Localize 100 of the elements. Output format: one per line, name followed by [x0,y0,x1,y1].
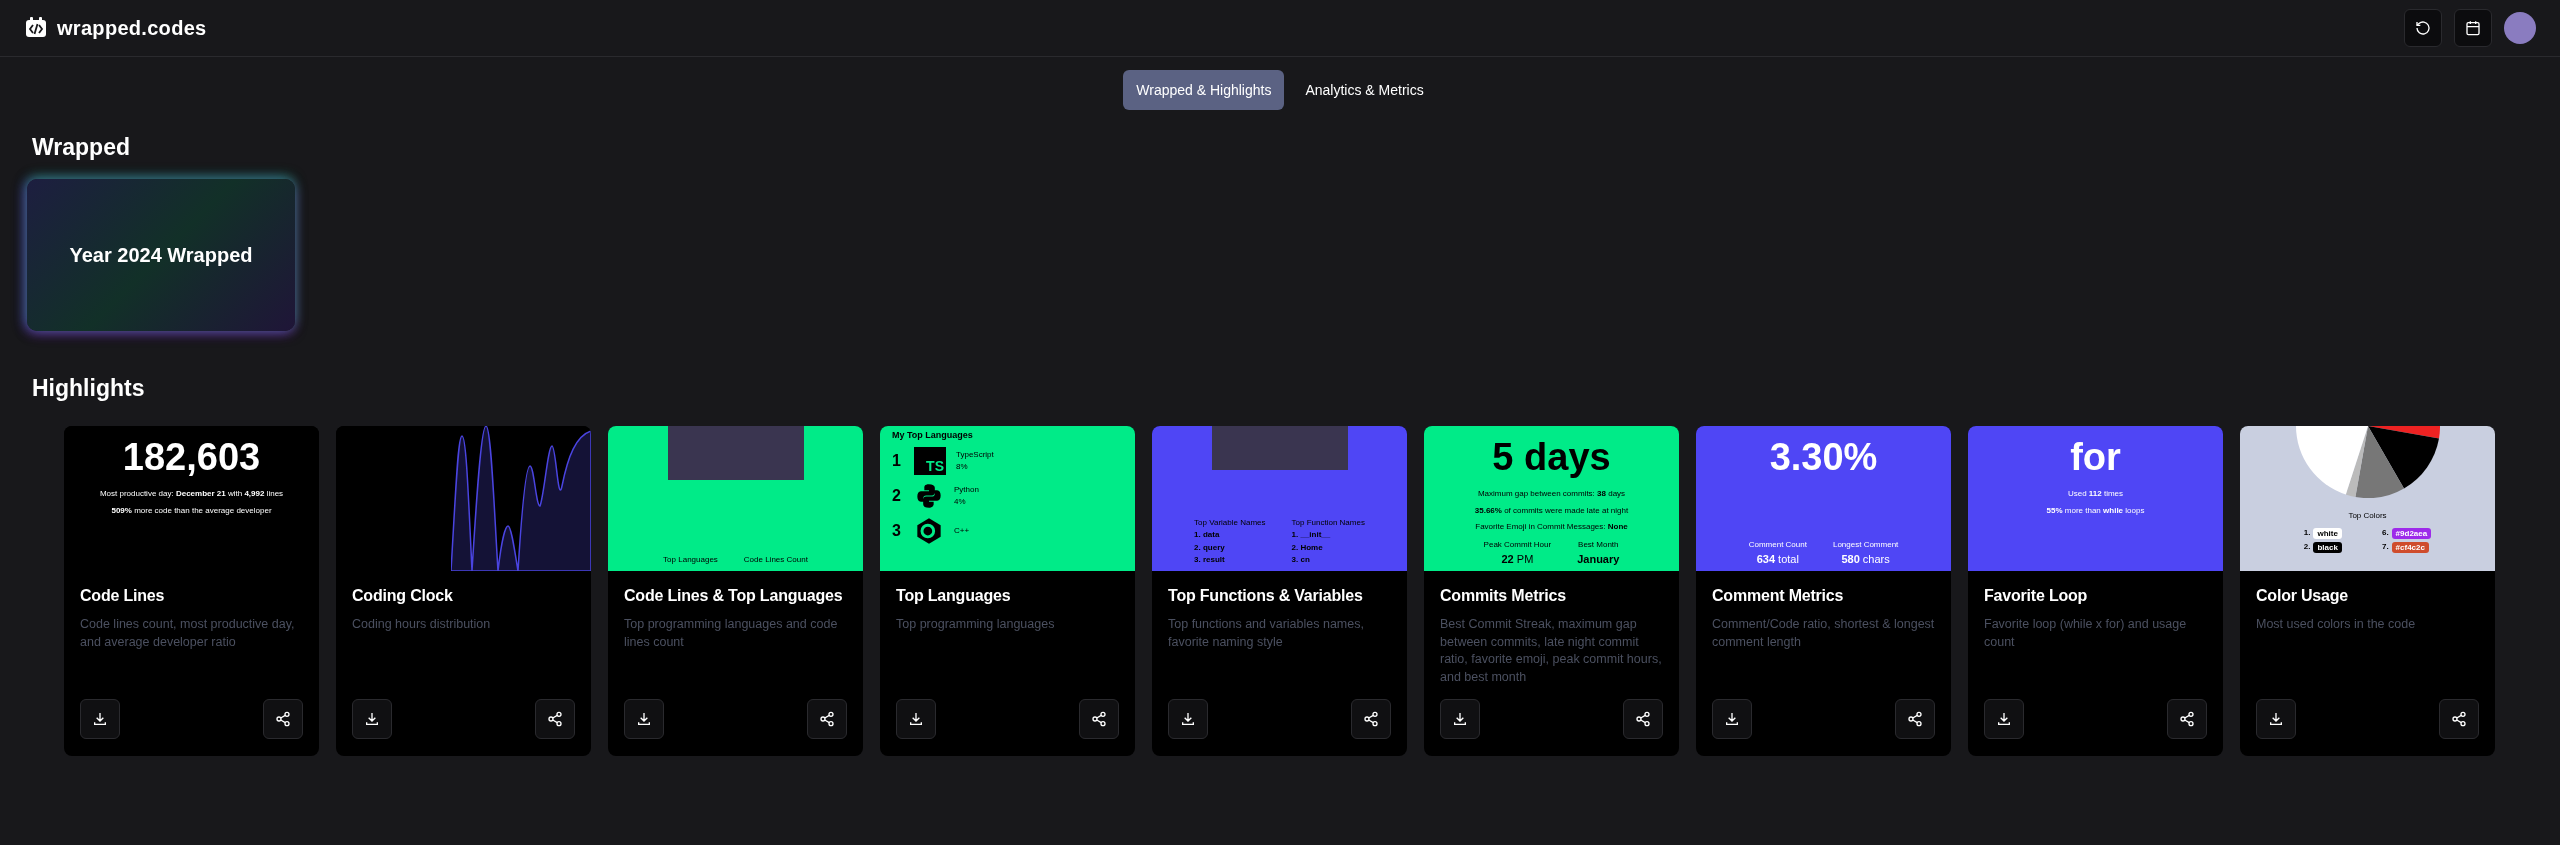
share-button[interactable] [1351,699,1391,739]
code-logo-icon [24,16,48,40]
share-button[interactable] [535,699,575,739]
name-item: 1. __init__ [1291,530,1332,540]
download-icon [1724,711,1740,727]
download-button[interactable] [352,699,392,739]
card-description: Favorite loop (while x for) and usage count [1984,616,2188,651]
share-icon [2179,711,2195,727]
download-icon [1452,711,1468,727]
rank-number: 2. [2303,542,2311,552]
share-button[interactable] [2167,699,2207,739]
highlight-card[interactable]: My Top Languages 1 TS TypeScript 8% 2 Python 4% 3 C++ Top Languages Top programming languages [880,426,1135,756]
stat-label: Peak Commit Hour [1483,540,1552,550]
rank-number: 3 [892,522,902,540]
preview-value: 5 days [1492,438,1611,476]
card-title: Top Functions & Variables [1168,587,1364,605]
download-button[interactable] [80,699,120,739]
name-item: 2. Home [1291,542,1324,553]
stat-label: Longest Comment [1832,540,1899,550]
share-button[interactable] [1623,699,1663,739]
name-item: 1. data [1194,530,1221,540]
highlight-card[interactable] [1424,426,1679,756]
color-chip: black [2313,541,2342,553]
highlight-card[interactable]: 182,603 Most productive day: December 21 with 4,992 lines 509% more code than the average developer Code Lines Code lines count, most productive day, and average developer ratio [64,426,319,756]
download-button[interactable] [624,699,664,739]
download-button[interactable] [1712,699,1752,739]
card-title: Coding Clock [352,587,454,605]
card-title: Code Lines & Top Languages [624,587,844,605]
preview-label: Top Languages [663,555,718,565]
share-button[interactable] [1079,699,1119,739]
card-title: Commits Metrics [1440,587,1567,605]
download-icon [2268,711,2284,727]
year-wrapped-card[interactable]: Year 2024 Wrapped [27,179,295,331]
language-name: C++ [954,526,970,536]
highlight-card[interactable]: Top Variable Names 1. data 2. query 3. result Top Function Names 1. __init__ 2. Home 3. cn Top Functions & Variables Top functions and variables names, favorite naming style [1152,426,1407,756]
download-button[interactable] [2256,699,2296,739]
typescript-logo: TS [914,447,946,475]
card-description: Most used colors in the code [2256,616,2417,633]
snake-logo-icon [914,482,944,510]
preview-text: Maximum gap between commits: 38 days [1477,489,1626,499]
highlight-card[interactable]: Top Colors 1. white 6. #9d2aea 2. black 7. #cf4c2c Color Usage Most used colors in the code [2240,426,2495,756]
card-description: Top programming languages [896,616,1056,633]
card-description: Top programming languages and code lines count [624,616,839,651]
preview-text: 35.66% of commits were made late at night [1474,505,1629,516]
color-chip: #cf4c2c [2391,541,2429,553]
download-icon [364,711,380,727]
view-tab[interactable]: Analytics & Metrics [1292,70,1437,110]
download-icon [1180,711,1196,727]
list-heading: Top Variable Names [1194,517,1266,528]
download-button[interactable] [896,699,936,739]
color-chip: white [2313,527,2342,539]
stat-value: 580 chars [1841,553,1890,565]
rank-number: 7. [2381,542,2389,552]
card-title: Color Usage [2256,587,2350,605]
user-avatar[interactable] [2504,12,2536,44]
download-button[interactable] [1984,699,2024,739]
highlight-card[interactable]: for Used 112 times 55% more than while loops Favorite Loop Favorite loop (while x for) and usage count [1968,426,2223,756]
share-icon [1091,711,1107,727]
stat-value: January [1577,553,1620,565]
language-share: 8% [956,462,969,472]
download-button[interactable] [1440,699,1480,739]
highlight-card[interactable]: Top Languages Code Lines Count Code Lines & Top Languages Top programming languages and code lines count [608,426,863,756]
rank-number: 1. [2303,528,2311,538]
download-icon [92,711,108,727]
preview-heading: My Top Languages [892,430,973,440]
card-description: Comment/Code ratio, shortest & longest comment length [1712,616,1935,651]
preview-value: for [2070,438,2121,476]
download-icon [908,711,924,727]
preview-label: Code Lines Count [743,555,808,565]
highlight-card[interactable]: 3.30% Comment Count 634 total Longest Comment 580 chars Comment Metrics Comment/Code ratio, shortest & longest comment length [1696,426,1951,756]
share-button[interactable] [263,699,303,739]
download-icon [1996,711,2012,727]
rank-number: 2 [892,487,902,505]
name-item: 3. cn [1291,555,1311,565]
share-button[interactable] [1895,699,1935,739]
list-heading: Top Function Names [1291,517,1365,528]
card-title: Code Lines [80,587,166,605]
download-button[interactable] [1168,699,1208,739]
calendar-button[interactable] [2454,9,2492,47]
language-share: 4% [954,497,967,507]
section-heading: Wrapped [32,134,131,161]
preview-text: Used 112 times [2067,489,2124,499]
share-icon [547,711,563,727]
share-icon [819,711,835,727]
site-logo[interactable]: wrapped.codes [57,16,207,40]
preview-text: 509% more code than the average developer [111,505,272,516]
name-item: 3. result [1194,555,1226,565]
stat-value: 634 total [1756,553,1799,565]
color-chip: #9d2aea [2391,527,2432,539]
share-button[interactable] [807,699,847,739]
share-button[interactable] [2439,699,2479,739]
section-heading: Highlights [32,375,146,402]
preview-text: Favorite Emoji in Commit Messages: None [1475,522,1628,532]
language-name: TypeScript [956,450,994,460]
view-tab[interactable]: Wrapped & Highlights [1123,70,1285,110]
share-icon [2451,711,2467,727]
card-description: Best Commit Streak, maximum gap between commits, late night commit ratio, favorite emoji, peak commit hours, and best month [1440,616,1663,686]
highlight-card[interactable]: Coding Clock Coding hours distribution [336,426,591,756]
preview-value: 3.30% [1769,438,1878,476]
refresh-button[interactable] [2404,9,2442,47]
